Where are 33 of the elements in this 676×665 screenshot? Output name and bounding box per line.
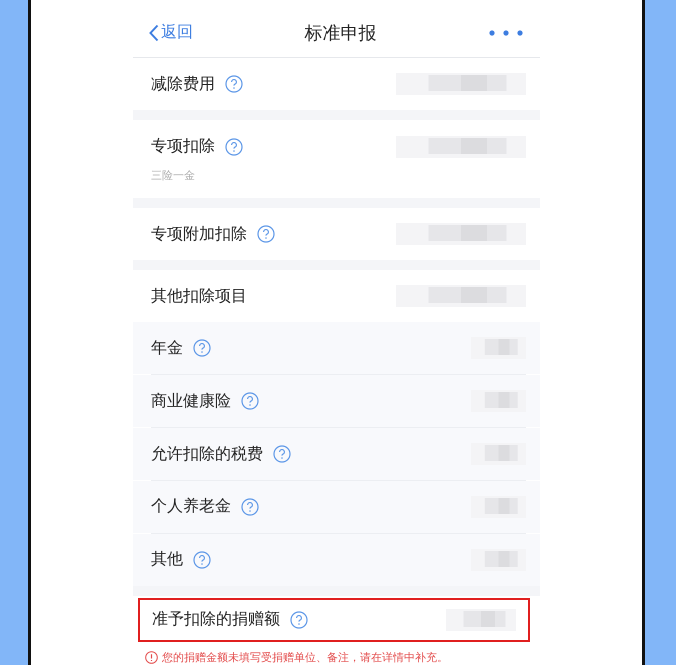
row-label: 减除费用 [151, 74, 215, 95]
help-icon[interactable] [241, 392, 259, 410]
row-label: 专项附加扣除 [151, 224, 247, 245]
back-link[interactable]: 返回 [149, 22, 193, 44]
row-label: 年金 [151, 338, 183, 359]
row-label: 专项扣除 [151, 136, 215, 158]
blurred-value [471, 443, 526, 466]
row-subtitle: 三险一金 [151, 168, 196, 183]
chevron-left-icon [149, 24, 159, 42]
help-icon[interactable] [241, 498, 259, 516]
row-label: 允许扣除的税费 [151, 444, 263, 465]
help-icon[interactable] [273, 445, 291, 464]
help-icon[interactable] [225, 138, 243, 156]
row-label: 其他扣除项目 [151, 286, 247, 307]
row-label: 其他 [151, 549, 183, 570]
blurred-value [471, 548, 526, 571]
row-label: 商业健康险 [151, 390, 231, 412]
error-message: 您的捐赠金额未填写受捐赠单位、备注，请在详情中补充。 [162, 650, 448, 665]
blurred-value [471, 337, 526, 360]
blurred-value [471, 496, 526, 518]
blurred-value [471, 390, 526, 412]
help-icon[interactable] [193, 550, 211, 569]
alert-icon [145, 650, 158, 664]
page-title: 标准申报 [304, 22, 376, 45]
row-label: 个人养老金 [151, 496, 231, 518]
help-icon[interactable] [225, 75, 243, 94]
more-icon[interactable] [488, 28, 524, 37]
help-icon[interactable] [193, 339, 211, 358]
highlight-frame[interactable]: 准予扣除的捐赠额 [138, 598, 530, 642]
help-icon[interactable] [290, 610, 308, 629]
blurred-value [446, 608, 516, 631]
row-label: 准予扣除的捐赠额 [152, 609, 280, 630]
help-icon[interactable] [257, 225, 275, 244]
